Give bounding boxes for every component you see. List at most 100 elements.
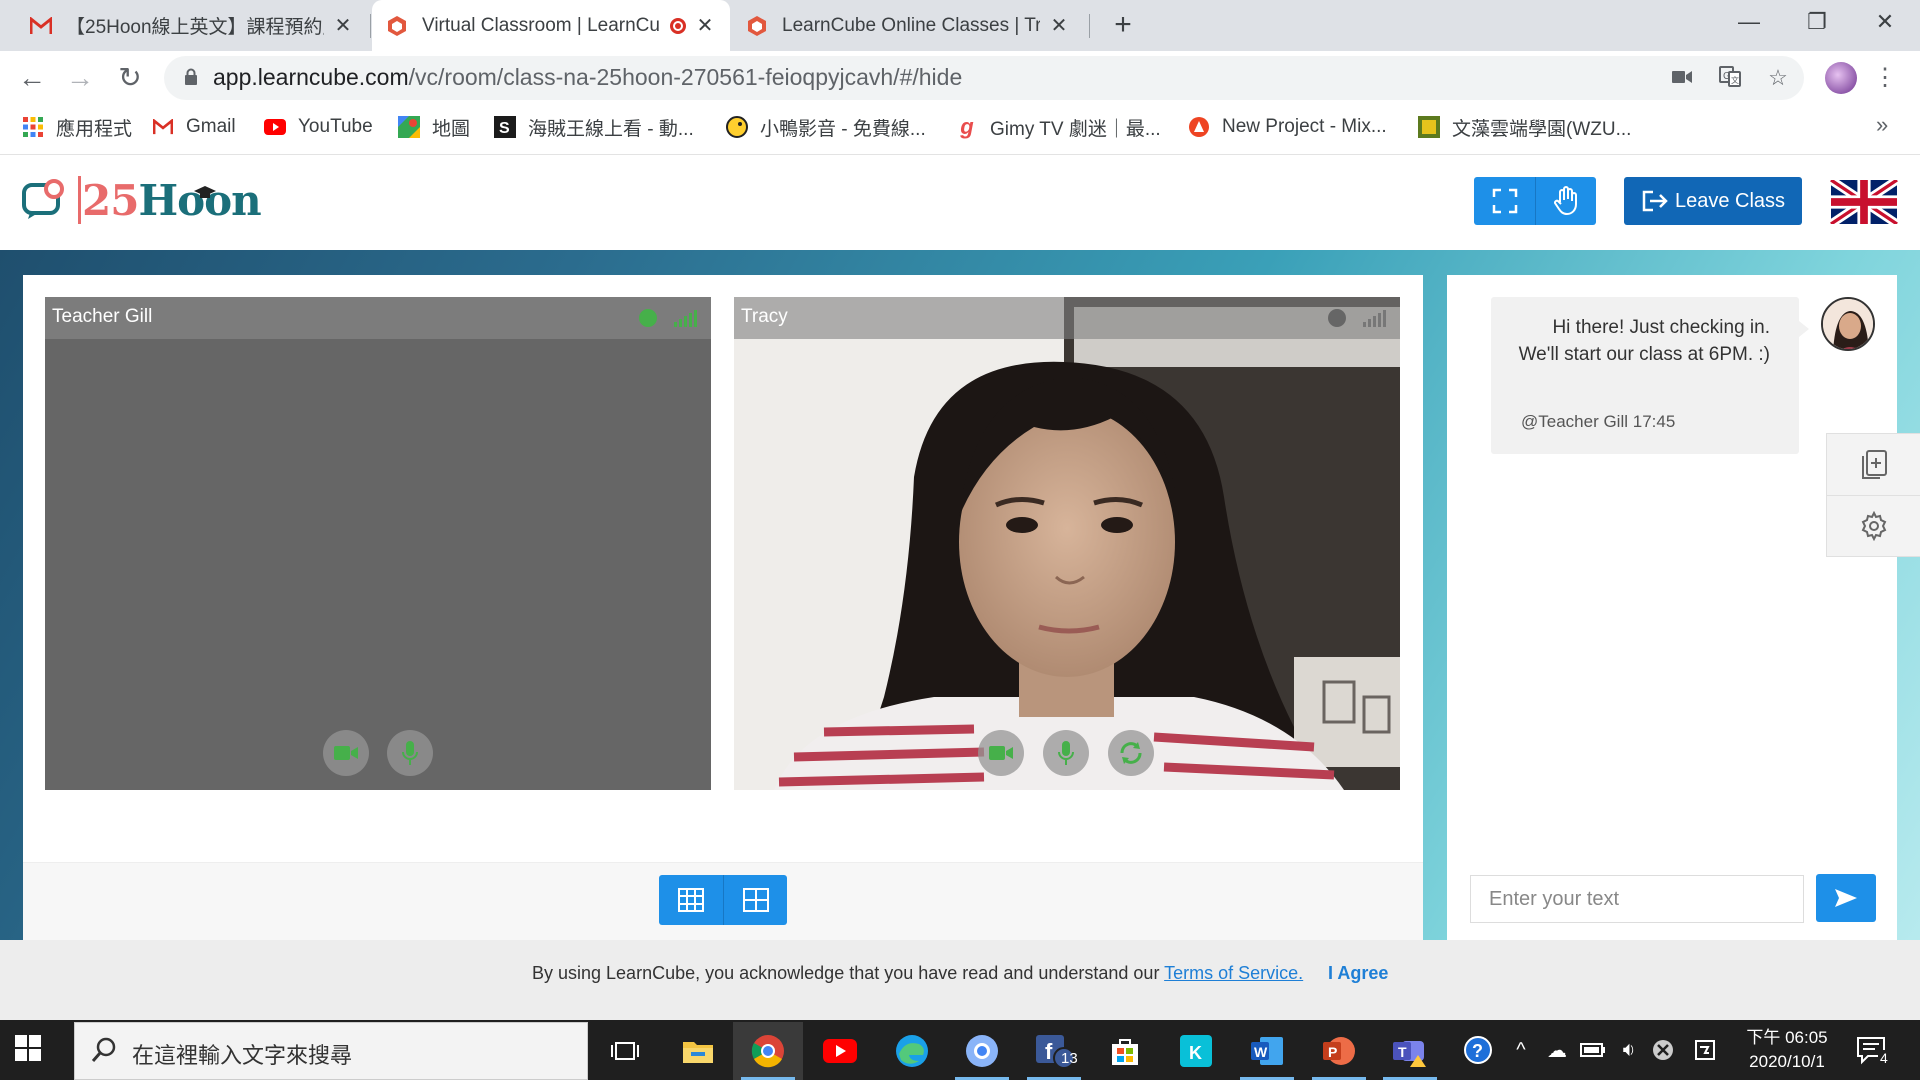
chrome-menu-icon[interactable]: ⋮	[1873, 60, 1897, 96]
bookmark-star-icon[interactable]: ☆	[1764, 64, 1792, 92]
bookmark-gimy[interactable]: g Gimy TV 劇迷｜最...	[956, 114, 1160, 140]
chat-input[interactable]	[1470, 875, 1804, 923]
search-icon	[90, 1036, 118, 1069]
tab-divider	[370, 14, 371, 38]
back-button[interactable]: ←	[14, 60, 50, 96]
i-agree-button[interactable]: I Agree	[1328, 963, 1388, 984]
fullscreen-icon	[1492, 188, 1517, 214]
settings-button[interactable]	[1827, 495, 1920, 556]
facebook-taskbar-icon[interactable]: f 13	[1019, 1022, 1089, 1080]
signal-strength-icon	[1362, 308, 1388, 328]
svg-text:W: W	[1254, 1044, 1268, 1060]
bookmark-onepiece[interactable]: S 海賊王線上看 - 動...	[494, 114, 694, 140]
close-icon[interactable]: ✕	[332, 13, 354, 38]
logo-chat-icon	[22, 179, 66, 221]
chrome-taskbar-icon[interactable]	[733, 1022, 803, 1080]
powerpoint-icon[interactable]: P	[1304, 1022, 1374, 1080]
chat-message-text: Hi there! Just checking in. We'll start …	[1518, 317, 1770, 365]
minimize-button[interactable]: —	[1714, 0, 1784, 44]
taskbar-clock[interactable]: 下午 06:05 2020/10/1	[1728, 1026, 1846, 1074]
tab-divider	[1089, 14, 1090, 38]
teacher-video-tile: Teacher Gill	[45, 297, 711, 790]
new-tab-button[interactable]: +	[1106, 8, 1140, 42]
bookmark-wzu[interactable]: 文藻雲端學園(WZU...	[1418, 114, 1631, 140]
quad-layout-button[interactable]	[723, 875, 787, 925]
close-icon[interactable]: ✕	[1048, 13, 1070, 38]
raise-hand-button[interactable]	[1535, 177, 1596, 225]
task-view-icon[interactable]	[590, 1022, 660, 1080]
learncube-icon	[746, 15, 768, 37]
edge-icon[interactable]	[877, 1022, 947, 1080]
camera-in-use-icon[interactable]	[1668, 64, 1696, 92]
terms-of-service-link[interactable]: Terms of Service.	[1164, 963, 1303, 983]
teacher-camera-button[interactable]	[323, 730, 369, 776]
bookmark-apps[interactable]: 應用程式	[22, 114, 132, 140]
video-camera-icon	[334, 746, 358, 760]
hand-icon	[1554, 186, 1577, 216]
duck-icon	[726, 116, 748, 138]
notification-count: 4	[1878, 1050, 1890, 1066]
lock-icon[interactable]	[184, 68, 198, 86]
mixer-icon	[1188, 116, 1210, 138]
network-error-icon[interactable]	[1648, 1036, 1678, 1064]
svg-text:f: f	[1045, 1039, 1053, 1064]
restore-button[interactable]: ❐	[1782, 0, 1852, 44]
file-explorer-icon[interactable]	[663, 1022, 733, 1080]
tab-learncube-online[interactable]: LearnCube Online Classes | Trouble ✕	[732, 0, 1084, 51]
close-icon[interactable]: ✕	[694, 13, 716, 38]
word-icon[interactable]: W	[1232, 1022, 1302, 1080]
battery-icon[interactable]	[1578, 1036, 1608, 1064]
search-placeholder: 在這裡輸入文字來搜尋	[132, 1043, 353, 1068]
tab-title: 【25Hoon線上英文】課程預約成功通知	[66, 17, 324, 38]
add-file-button[interactable]	[1827, 434, 1920, 495]
profile-avatar[interactable]	[1825, 62, 1857, 94]
bookmark-youtube[interactable]: YouTube	[264, 114, 373, 140]
recording-icon	[670, 17, 686, 34]
send-message-button[interactable]	[1816, 874, 1876, 922]
switch-camera-button[interactable]	[1108, 730, 1154, 776]
tab-gmail[interactable]: 【25Hoon線上英文】課程預約成功通知 ✕	[16, 0, 368, 51]
close-window-button[interactable]: ✕	[1850, 0, 1920, 44]
student-mic-button[interactable]	[1043, 730, 1089, 776]
cookie-text: By using LearnCube, you acknowledge that…	[532, 963, 1160, 983]
gmail-icon	[152, 116, 174, 138]
help-icon[interactable]: ?	[1460, 1036, 1496, 1064]
clock-date: 2020/10/1	[1749, 1052, 1825, 1071]
bookmark-gmail[interactable]: Gmail	[152, 114, 236, 140]
teams-icon[interactable]: T	[1375, 1022, 1445, 1080]
add-file-icon	[1862, 449, 1887, 479]
bookmark-maps[interactable]: 地圖	[398, 114, 470, 140]
bookmarks-overflow-icon[interactable]: »	[1876, 112, 1888, 138]
input-method-icon[interactable]	[1690, 1036, 1720, 1064]
apps-grid-icon	[22, 116, 44, 138]
tile-header	[734, 297, 1400, 339]
bookmark-duck[interactable]: 小鴨影音 - 免費線...	[726, 114, 926, 140]
bookmark-mixer[interactable]: New Project - Mix...	[1188, 114, 1387, 140]
teacher-mic-button[interactable]	[387, 730, 433, 776]
header-tool-group	[1474, 177, 1596, 225]
forward-button[interactable]: →	[62, 60, 98, 96]
fullscreen-button[interactable]	[1474, 177, 1535, 225]
windows-start-icon[interactable]	[14, 1034, 44, 1064]
student-camera-button[interactable]	[978, 730, 1024, 776]
teacher-avatar	[1821, 297, 1875, 351]
url-host: app.learncube.com	[213, 64, 409, 90]
url-text[interactable]: app.learncube.com/vc/room/class-na-25hoo…	[213, 64, 962, 91]
tray-expand-icon[interactable]: ^	[1506, 1036, 1536, 1064]
microsoft-store-icon[interactable]	[1090, 1022, 1160, 1080]
volume-icon[interactable]: 🔉︎	[1614, 1036, 1644, 1064]
youtube-taskbar-icon[interactable]	[805, 1022, 875, 1080]
notification-center-icon[interactable]: 4	[1856, 1036, 1890, 1066]
leave-class-button[interactable]: Leave Class	[1624, 177, 1802, 225]
chat-message-meta: @Teacher Gill 17:45	[1521, 412, 1676, 431]
tab-virtual-classroom[interactable]: Virtual Classroom | LearnCube ✕	[372, 0, 730, 51]
chrome-profile-taskbar-icon[interactable]	[947, 1022, 1017, 1080]
kkbox-icon[interactable]: K	[1161, 1022, 1231, 1080]
svg-text:T: T	[1398, 1044, 1407, 1060]
reload-button[interactable]: ↻	[112, 60, 148, 96]
bookmark-label: Gmail	[186, 116, 236, 137]
onedrive-icon[interactable]: ☁	[1542, 1036, 1572, 1064]
grid-layout-button[interactable]	[659, 875, 723, 925]
translate-icon[interactable]: G文	[1716, 64, 1744, 92]
uk-flag-icon[interactable]	[1828, 176, 1900, 228]
